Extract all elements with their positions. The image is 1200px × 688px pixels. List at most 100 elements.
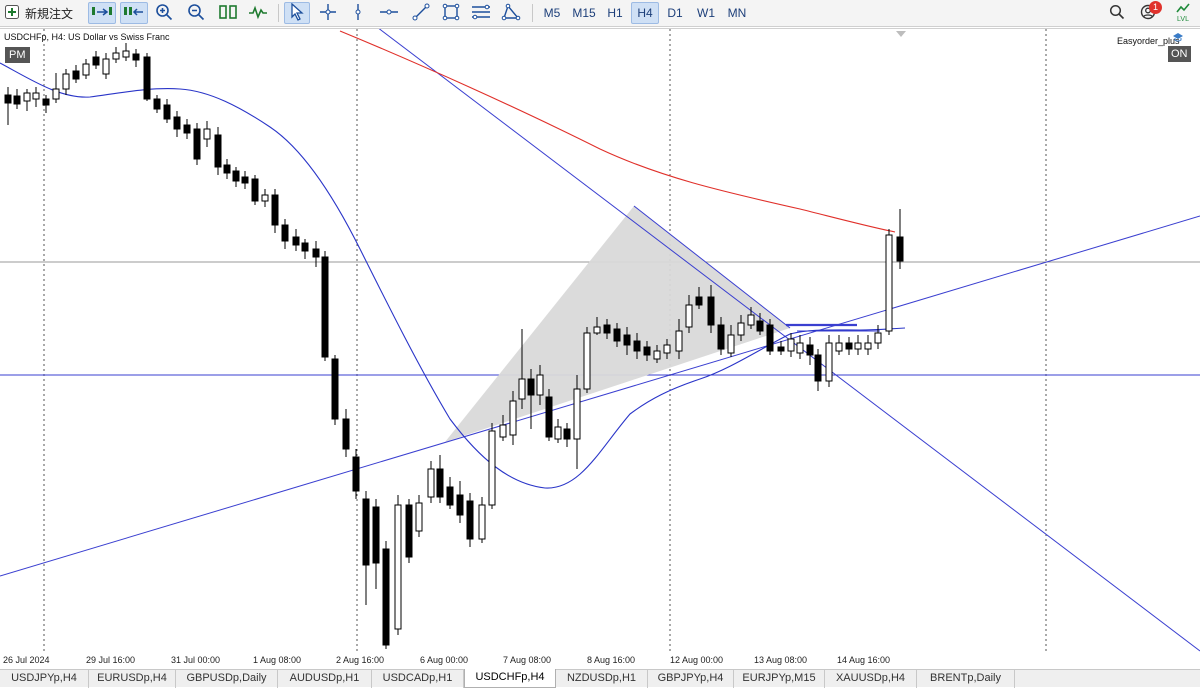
bull-candle <box>478 504 486 540</box>
cursor-icon <box>289 2 305 24</box>
cursor-tool-button[interactable] <box>284 2 310 24</box>
bear-candle <box>545 396 553 438</box>
chart-symbol-title: USDCHFp, H4: US Dollar vs Swiss Franc <box>4 32 170 42</box>
bear-candle <box>446 486 454 506</box>
bear-candle <box>806 344 814 356</box>
time-axis-label: 1 Aug 08:00 <box>253 655 302 665</box>
zoom-out-button[interactable] <box>184 2 208 24</box>
crosshair-tool-button[interactable] <box>316 2 340 24</box>
tab-usdchf[interactable]: USDCHFp,H4 <box>464 669 556 688</box>
horizontal-line-button[interactable] <box>376 2 402 24</box>
tab-nzdusd[interactable]: NZDUSDp,H1 <box>556 670 648 688</box>
timeframe-label: D1 <box>667 6 683 20</box>
bull-candle <box>415 502 423 532</box>
tile-windows-button[interactable] <box>215 2 241 24</box>
bear-candle <box>214 134 222 168</box>
bull-candle <box>82 63 90 76</box>
timeframe-h1-button[interactable]: H1 <box>603 2 627 24</box>
bear-candle <box>405 504 413 558</box>
timeframe-mn-button[interactable]: MN <box>723 2 751 24</box>
bear-candle <box>4 94 12 104</box>
chart-shift-marker <box>896 31 906 37</box>
expert-advisor-name: Easyorder_plus <box>1117 36 1180 46</box>
tab-xauusd[interactable]: XAUUSDp,H4 <box>825 670 917 688</box>
bull-candle <box>663 344 671 354</box>
bear-candle <box>643 346 651 356</box>
timeframe-m15-button[interactable]: M15 <box>569 2 599 24</box>
tab-eurusd[interactable]: EURUSDp,H4 <box>89 670 176 688</box>
tab-gbpusd[interactable]: GBPUSDp,Daily <box>176 670 278 688</box>
time-axis-label: 8 Aug 16:00 <box>587 655 636 665</box>
bear-candle <box>717 324 725 350</box>
tab-audusd[interactable]: AUDUSDp,H1 <box>278 670 372 688</box>
vertical-line-button[interactable] <box>348 2 368 24</box>
bull-candle <box>593 326 601 334</box>
bear-candle <box>193 128 201 160</box>
bear-candle <box>633 340 641 352</box>
timeframe-label: M15 <box>572 6 596 20</box>
timeframe-m5-button[interactable]: M5 <box>539 2 565 24</box>
bear-candle <box>292 236 300 246</box>
bear-candle <box>766 324 774 352</box>
bear-candle <box>814 354 822 382</box>
chart-shift-icon <box>123 4 145 23</box>
bear-candle <box>456 494 464 516</box>
timeframe-w1-button[interactable]: W1 <box>693 2 719 24</box>
expert-advisor-status[interactable]: ON <box>1168 46 1191 62</box>
tab-gbpjpy[interactable]: GBPJPYp,H4 <box>648 670 734 688</box>
algo-trading-label: LVL <box>1177 15 1189 23</box>
bull-candle <box>675 330 683 352</box>
pm-button[interactable]: PM <box>5 47 30 63</box>
bear-candle <box>281 224 289 242</box>
bear-candle <box>301 242 309 252</box>
timeframe-h4-button[interactable]: H4 <box>631 2 659 24</box>
zoom-in-button[interactable] <box>152 2 176 24</box>
bull-candle <box>427 468 435 498</box>
rectangle-tool-button[interactable] <box>438 2 464 24</box>
new-order-label: 新規注文 <box>25 6 74 21</box>
chart-canvas[interactable] <box>0 29 1200 670</box>
price-chart[interactable]: USDCHFp, H4: US Dollar vs Swiss Franc PM… <box>0 28 1200 669</box>
autoscroll-button[interactable] <box>88 2 116 24</box>
autoscroll-icon <box>91 4 113 23</box>
bear-candle <box>232 170 240 182</box>
bear-candle <box>312 248 320 258</box>
tab-usdcad[interactable]: USDCADp,H1 <box>372 670 464 688</box>
trendline-icon <box>412 3 430 24</box>
long-moving-average <box>339 30 896 233</box>
bear-candle <box>321 256 329 358</box>
tab-brent[interactable]: BRENTp,Daily <box>917 670 1015 688</box>
bull-candle <box>787 338 795 352</box>
search-button[interactable] <box>1106 2 1128 24</box>
bear-candle <box>362 498 370 566</box>
time-axis-label: 12 Aug 00:00 <box>670 655 724 665</box>
toolbar-separator <box>532 4 533 22</box>
tab-eurjpy[interactable]: EURJPYp,M15 <box>734 670 825 688</box>
chart-shift-button[interactable] <box>120 2 148 24</box>
bear-candle <box>153 98 161 110</box>
bear-candle <box>13 95 21 105</box>
search-icon <box>1109 4 1125 23</box>
bull-candle <box>825 342 833 382</box>
bull-candle <box>122 50 130 58</box>
short-moving-average <box>0 62 906 489</box>
crosshair-icon <box>319 3 337 24</box>
tab-usdjpy[interactable]: USDJPYp,H4 <box>0 670 89 688</box>
new-order-button[interactable]: 新規注文 <box>4 2 84 24</box>
bear-candle <box>143 56 151 100</box>
bear-candle <box>241 176 249 184</box>
tile-windows-icon <box>218 4 238 23</box>
bull-candle <box>261 194 269 202</box>
bull-candle <box>747 314 755 326</box>
timeframe-label: H4 <box>637 6 653 20</box>
fibonacci-tool-button[interactable] <box>468 2 494 24</box>
timeframe-d1-button[interactable]: D1 <box>663 2 687 24</box>
indicators-button[interactable] <box>246 2 270 24</box>
trendline-button[interactable] <box>408 2 434 24</box>
rectangle-icon <box>442 3 460 24</box>
time-axis-label: 31 Jul 00:00 <box>171 655 221 665</box>
algo-trading-button[interactable]: LVL <box>1170 2 1196 24</box>
shapes-tool-button[interactable] <box>498 2 524 24</box>
toolbar-separator <box>278 4 279 22</box>
bear-candle <box>42 98 50 106</box>
